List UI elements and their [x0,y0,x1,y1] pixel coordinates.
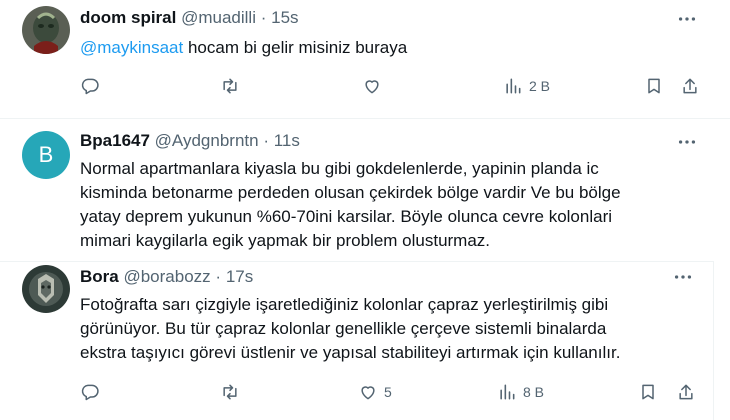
retweet-icon [223,384,237,400]
views-button[interactable]: 2 B [503,74,550,98]
mention-link[interactable]: @maykinsaat [80,38,183,57]
text-line: ekstra taşıyıcı görevi üstlenir ve yapıs… [80,343,621,362]
text-line: yatay deprem yukunun %60-70ini karsilar.… [80,207,613,226]
text-line: kisminda betonarme perdeden olusan çekir… [80,183,621,202]
bookmark-button[interactable] [638,380,658,404]
separator-dot: · [263,131,269,150]
tweet-1[interactable]: doom spiral @muadilli · 15s @maykinsaat … [0,0,730,118]
text-line: Normal apartmanlara kiyasla bu gibi gokd… [80,159,599,178]
avatar-letter: B [38,142,54,167]
more-icon[interactable] [676,8,698,30]
text-line: mimari kaygilarla egik yapmak bir proble… [80,231,491,250]
share-icon [679,384,693,400]
tweet-text: Fotoğrafta sarı çizgiyle işaretlediğiniz… [80,293,710,365]
reply-icon [81,78,99,95]
avatar-bpa1647[interactable]: B [22,131,70,179]
tweet-text: Normal apartmanlara kiyasla bu gibi gokd… [80,157,720,253]
tweet-2[interactable]: B Bpa1647 @Aydgnbrntn · 11s Normal apart… [0,119,730,259]
action-bar: 2 B [0,74,730,98]
bookmark-icon [642,384,654,400]
views-button[interactable]: 8 B [497,380,544,404]
timestamp[interactable]: 15s [271,8,298,27]
timestamp[interactable]: 11s [274,131,300,150]
separator-dot: · [215,267,222,286]
share-button[interactable] [676,380,696,404]
more-icon[interactable] [676,131,698,153]
avatar-bora[interactable] [22,265,70,313]
timestamp[interactable]: 17s [226,267,253,286]
tweet-3[interactable]: Bora @borabozz · 17s Fotoğrafta sarı çiz… [0,259,730,420]
reply-button[interactable] [80,74,100,98]
reply-thread-line [0,261,713,262]
avatar-image [22,265,70,313]
text-line: Fotoğrafta sarı çizgiyle işaretlediğiniz… [80,295,609,314]
retweet-icon [223,78,237,94]
author-handle[interactable]: @Aydgnbrntn [155,131,259,150]
retweet-button[interactable] [220,74,240,98]
author-handle[interactable]: @muadilli [181,8,256,27]
like-icon [365,80,379,94]
bookmark-icon [648,78,660,94]
more-icon[interactable] [672,266,694,288]
action-bar: 5 8 B [0,380,730,404]
views-count: 2 B [529,78,551,94]
avatar-doom-spiral[interactable] [22,6,70,54]
text-line: görünüyor. Bu tür çapraz kolonlar genell… [80,319,607,338]
reply-button[interactable] [80,380,100,404]
likes-count: 5 [384,384,392,400]
author-handle[interactable]: @borabozz [123,267,210,286]
retweet-button[interactable] [220,380,240,404]
author-name[interactable]: doom spiral [80,8,176,27]
tweet-text: hocam bi gelir misiniz buraya [183,38,408,57]
separator-dot: · [260,8,267,27]
share-icon [683,78,697,94]
views-icon [506,78,521,94]
like-icon [361,386,375,400]
bookmark-button[interactable] [644,74,664,98]
reply-icon [81,384,99,401]
share-button[interactable] [680,74,700,98]
like-button[interactable] [362,74,382,98]
author-name[interactable]: Bora [80,267,119,286]
views-count: 8 B [523,384,545,400]
avatar-image [22,6,70,54]
author-name[interactable]: Bpa1647 [80,131,150,150]
like-button[interactable]: 5 [358,380,392,404]
views-icon [500,384,515,400]
